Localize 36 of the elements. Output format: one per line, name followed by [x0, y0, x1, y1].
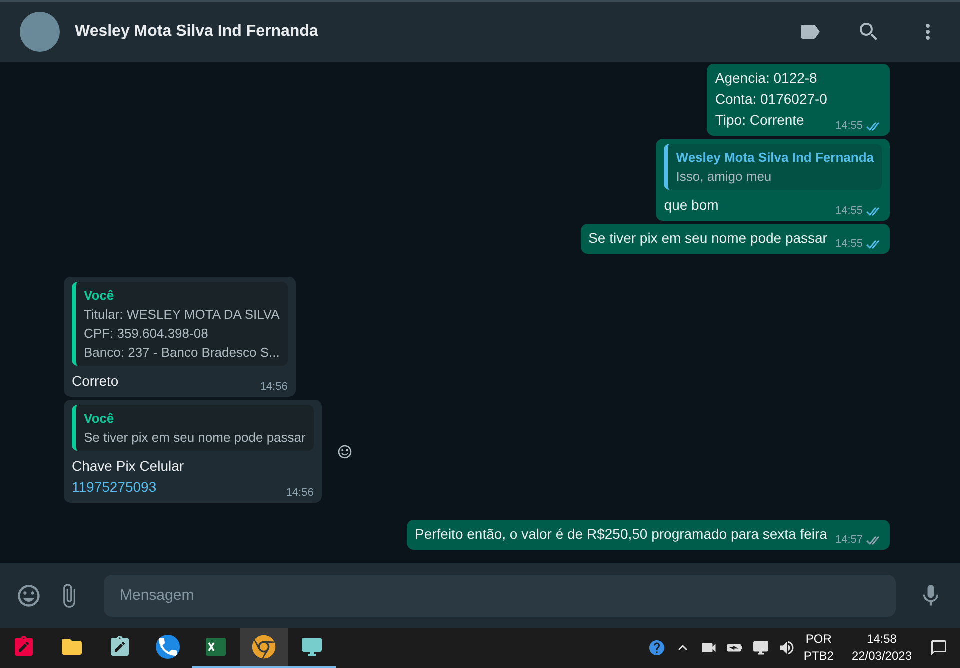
message-time: 14:55 — [835, 238, 863, 250]
message-input[interactable]: Mensagem — [104, 574, 896, 616]
notification-icon[interactable] — [930, 639, 948, 657]
quote-text: Isso, amigo meu — [676, 169, 773, 184]
contact-avatar[interactable] — [20, 12, 60, 52]
message-time: 14:55 — [835, 120, 863, 132]
chrome-app-icon[interactable] — [240, 628, 288, 668]
quote-text: Se tiver pix em seu nome pode passar — [84, 430, 306, 445]
help-icon[interactable] — [648, 639, 666, 657]
quoted-message[interactable]: Você Se tiver pix em seu nome pode passar — [72, 405, 314, 451]
message-text: Se tiver pix em seu nome pode passar — [588, 229, 828, 248]
message-time: 14:57 — [835, 534, 863, 546]
message-text: Agencia: 0122-8 — [715, 69, 818, 88]
language-indicator[interactable]: POR PTB2 — [804, 631, 834, 665]
quote-text: CPF: 359.604.398-08 — [84, 326, 210, 341]
message-text: Chave Pix Celular — [72, 457, 184, 476]
message-time: 14:56 — [260, 381, 288, 393]
clock[interactable]: 14:58 22/03/2023 — [852, 631, 912, 665]
phone-link[interactable]: 11975275093 — [72, 478, 184, 497]
quote-author: Você — [84, 288, 116, 303]
quote-text: Banco: 237 - Banco Bradesco S... — [84, 345, 280, 360]
quoted-message[interactable]: Wesley Mota Silva Ind Fernanda Isso, amigo meu — [664, 144, 882, 190]
message-time: 14:56 — [286, 487, 314, 499]
contact-name[interactable]: Wesley Mota Silva Ind Fernanda — [75, 23, 763, 41]
message-text: Perfeito então, o valor é de R$250,50 programado para sexta feira — [414, 525, 828, 544]
emoji-icon[interactable] — [16, 582, 42, 608]
quoted-message[interactable]: Você Titular: WESLEY MOTA DA SILVA CPF: 359.604.398-08 Banco: 237 - Banco Bradesco S... — [72, 282, 288, 366]
message-text: Tipo: Corrente — [715, 111, 806, 130]
message-text: Correto — [72, 372, 119, 391]
message-text: Conta: 0176027-0 — [715, 90, 828, 109]
message-time: 14:55 — [835, 205, 863, 217]
quote-author: Você — [84, 411, 116, 426]
quote-text: Titular: WESLEY MOTA DA SILVA — [84, 307, 280, 322]
message-text: que bom — [664, 196, 719, 215]
volume-icon[interactable] — [778, 639, 796, 657]
quote-author: Wesley Mota Silva Ind Fernanda — [676, 150, 874, 165]
